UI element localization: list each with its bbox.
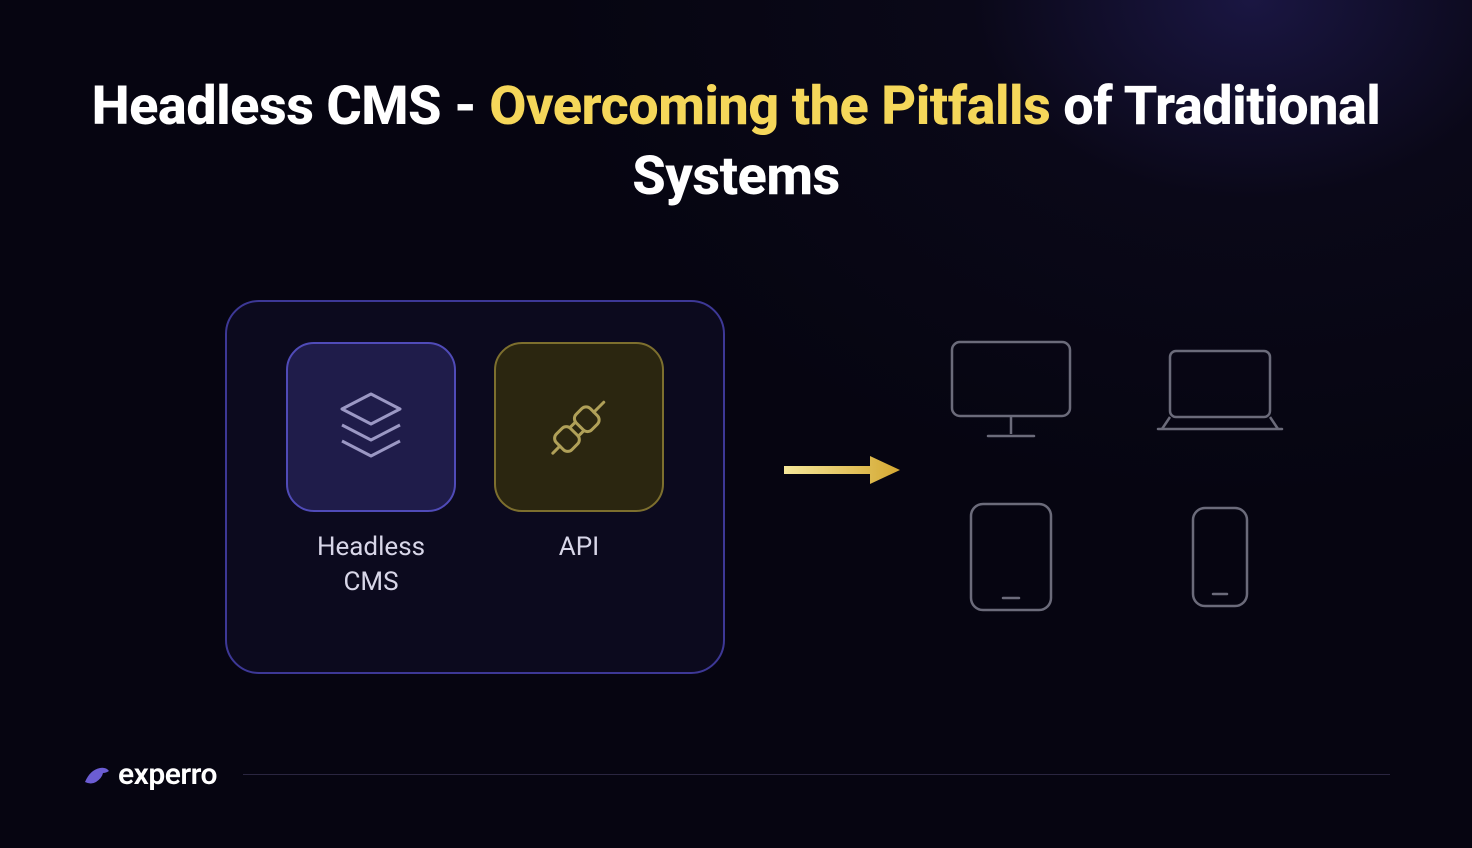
footer: experro [82,757,1390,792]
device-desktop [946,336,1076,446]
tile-headless-cms-box [286,342,456,512]
phone-icon [1187,502,1253,612]
tile-api: API [494,342,664,565]
device-tablet [965,498,1057,616]
title-highlight: Overcoming the Pitfalls [489,75,1050,138]
footer-divider [243,774,1390,775]
arrow-icon [782,452,902,488]
laptop-icon [1150,343,1290,439]
devices-grid [930,336,1300,616]
layers-icon [328,384,414,470]
title-part1: Headless CMS - [92,75,490,138]
device-phone [1187,502,1253,612]
bird-icon [82,762,112,788]
monitor-icon [946,336,1076,446]
tablet-icon [965,498,1057,616]
tile-headless-cms: Headless CMS [286,342,456,600]
diagram-container: Headless CMS [0,300,1472,700]
page-title: Headless CMS - Overcoming the Pitfalls o… [0,0,1472,212]
brand-logo: experro [82,757,217,792]
tile-headless-cms-label: Headless CMS [317,530,425,600]
plug-icon [532,380,626,474]
tile-api-box [494,342,664,512]
headless-card: Headless CMS [225,300,725,674]
tile-api-label: API [559,530,599,565]
brand-name: experro [118,757,217,792]
device-laptop [1150,343,1290,439]
